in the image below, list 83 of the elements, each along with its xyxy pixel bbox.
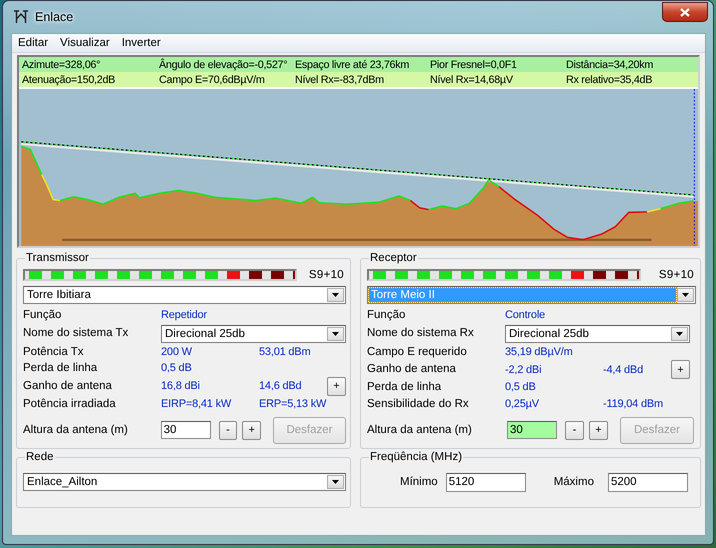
decrement-button[interactable]: - <box>218 420 238 440</box>
field-label: Potência irradiada <box>23 396 117 412</box>
field-label: Função <box>23 308 62 323</box>
increment-button[interactable]: + <box>242 420 262 440</box>
info-cell-text: Distância=34,20km <box>565 58 654 70</box>
group-title: Rede <box>25 451 54 463</box>
dropdown-button[interactable] <box>671 326 688 340</box>
info-cell-text: Nível Rx=-83,7dBm <box>294 74 384 86</box>
info-cell-text: Rx relativo=35,4dB <box>565 74 652 86</box>
menu-item[interactable]: Visualizar <box>56 37 114 49</box>
field-value: -2,2 dBi <box>505 364 542 376</box>
caret-icon <box>332 293 339 297</box>
field-value: 53,01 dBm <box>259 346 310 358</box>
field-label: Potência Tx <box>23 344 85 360</box>
min-frequency-field[interactable]: 5120 <box>446 472 526 492</box>
antenna-height-field[interactable]: 30 <box>507 421 557 439</box>
caret-icon <box>682 293 689 297</box>
window-title: Enlace <box>35 10 74 24</box>
menu-item[interactable]: Editar <box>14 37 52 49</box>
dropdown-button[interactable] <box>327 288 344 302</box>
info-cell-text: Ângulo de elevação=-0,527° <box>158 58 288 70</box>
system-select[interactable]: Direcional 25db <box>161 324 346 342</box>
select-value: Direcional 25db <box>164 326 246 340</box>
field-label: Perda de linha <box>367 380 442 395</box>
info-cell-text: Atenuação=150,2dB <box>21 74 116 86</box>
max-frequency-field[interactable]: 5200 <box>608 472 688 492</box>
field-label: Altura da antena (m) <box>367 422 473 438</box>
decrement-button[interactable]: - <box>565 420 584 440</box>
expand-button[interactable]: + <box>671 360 690 379</box>
group-title: Transmissor <box>25 252 90 264</box>
caret-icon <box>332 480 339 484</box>
signal-reading: S9+10 <box>658 269 694 281</box>
network-select[interactable]: Enlace_Ailton <box>23 473 346 491</box>
field-label: Perda de linha <box>23 361 98 376</box>
increment-button[interactable]: + <box>589 420 608 440</box>
dropdown-button[interactable] <box>327 326 344 340</box>
field-value: 0,25µV <box>505 398 539 410</box>
field-label: Nome do sistema Tx <box>23 326 130 342</box>
field-label: Ganho de antena <box>23 378 113 394</box>
field-value: -4,4 dBd <box>603 364 643 376</box>
expand-button[interactable]: + <box>327 376 346 396</box>
dropdown-button[interactable] <box>327 475 344 489</box>
select-value: Torre Meio II <box>369 288 676 302</box>
field-value: 16,8 dBi <box>161 380 200 392</box>
field-label: Função <box>367 308 406 323</box>
field-label: Máximo <box>554 476 594 488</box>
field-value: ERP=5,13 kW <box>259 398 326 410</box>
group-title: Freqüência (MHz) <box>369 451 464 463</box>
info-cell-text: Campo E=70,6dBµV/m <box>158 74 265 86</box>
field-label: Ganho de antena <box>367 362 457 378</box>
field-value: 14,6 dBd <box>259 380 302 392</box>
info-cell-text: Nível Rx=14,68µV <box>429 74 513 86</box>
antenna-icon <box>13 10 29 24</box>
field-label: Campo E requerido <box>367 344 468 360</box>
field-value: -119,04 dBm <box>603 398 663 410</box>
dropdown-button[interactable] <box>677 288 694 302</box>
close-button[interactable] <box>662 2 708 22</box>
field-label: Sensibilidade do Rx <box>367 396 470 412</box>
station-select[interactable]: Torre Ibitiara <box>23 286 346 304</box>
system-select[interactable]: Direcional 25db <box>505 324 690 342</box>
info-cell-text: Pior Fresnel=0,0F1 <box>429 58 517 70</box>
antenna-height-field[interactable]: 30 <box>160 421 211 439</box>
field-value: 0,5 dB <box>505 381 536 394</box>
field-value: 200 W <box>161 346 192 358</box>
info-cell-text: Azimute=328,06° <box>21 58 100 70</box>
signal-reading: S9+10 <box>308 269 344 281</box>
field-label: Nome do sistema Rx <box>367 326 475 342</box>
field-label: Mínimo <box>400 476 438 488</box>
field-value: Controle <box>505 309 545 322</box>
field-label: Altura da antena (m) <box>23 422 129 438</box>
field-value: Repetidor <box>161 309 207 322</box>
field-value: 0,5 dB <box>161 362 192 374</box>
select-value: Direcional 25db <box>508 326 590 340</box>
close-icon <box>680 8 690 16</box>
caret-icon <box>676 332 683 336</box>
group-title: Receptor <box>369 252 418 264</box>
caret-icon <box>332 332 339 336</box>
info-cell-text: Espaço livre até 23,76km <box>294 58 410 70</box>
select-value: Enlace_Ailton <box>26 475 98 489</box>
select-value: Torre Ibitiara <box>26 288 92 302</box>
field-value: EIRP=8,41 kW <box>161 398 232 410</box>
field-value: 35,19 dBµV/m <box>505 346 573 358</box>
menu-item[interactable]: Inverter <box>118 37 165 49</box>
